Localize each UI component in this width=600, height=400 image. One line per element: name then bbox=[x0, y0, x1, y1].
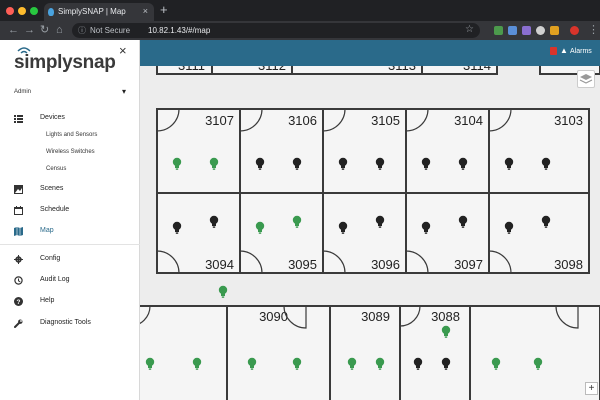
user-dropdown-icon[interactable]: ▾ bbox=[122, 87, 126, 96]
sidebar-divider bbox=[0, 244, 140, 245]
floor-plan-canvas: 3111 3112 3113 3114 3107 3106 3105 3104 3103 3094… bbox=[140, 66, 600, 400]
tab-title: SimplySNAP | Map bbox=[58, 7, 126, 16]
room-number: 3107 bbox=[205, 113, 234, 128]
room-number: 3088 bbox=[431, 309, 460, 324]
sidebar-item-devices[interactable]: Devices bbox=[0, 110, 140, 128]
logo: simplysnap bbox=[14, 47, 124, 80]
wrench-icon bbox=[14, 319, 23, 328]
address-bar[interactable]: ⓘ Not Secure 10.82.1.43/#/map ☆ bbox=[72, 23, 480, 38]
alarm-count-badge bbox=[550, 47, 557, 55]
room-number: 3105 bbox=[371, 113, 400, 128]
room-number: 3111 bbox=[178, 66, 205, 73]
sidebar-item-label: Config bbox=[40, 255, 61, 262]
extension-icon[interactable] bbox=[494, 26, 503, 35]
room-number: 3103 bbox=[554, 113, 583, 128]
light-bulb-icon[interactable] bbox=[218, 285, 228, 298]
tab-close-icon[interactable]: × bbox=[143, 6, 148, 16]
sidebar-item-map[interactable]: Map bbox=[0, 223, 140, 241]
browser-toolbar: ← → ↻ ⌂ ⓘ Not Secure 10.82.1.43/#/map ☆ … bbox=[0, 21, 600, 40]
svg-text:?: ? bbox=[17, 299, 21, 306]
room-number: 3090 bbox=[259, 309, 288, 324]
extension-icon[interactable] bbox=[536, 26, 545, 35]
browser-menu-icon[interactable]: ⋮ bbox=[588, 23, 599, 36]
sidebar-subitem-census[interactable]: Census bbox=[46, 166, 66, 172]
sidebar-item-schedule[interactable]: Schedule bbox=[0, 202, 140, 220]
user-name: Admin bbox=[14, 89, 32, 95]
room-number: 3089 bbox=[361, 309, 390, 324]
back-icon[interactable]: ← bbox=[8, 23, 19, 37]
map-icon bbox=[14, 227, 23, 236]
sidebar: simplysnap × Admin ▾ Devices Lights and … bbox=[0, 40, 140, 400]
room-number: 3112 bbox=[258, 66, 286, 73]
extension-icon[interactable] bbox=[522, 26, 531, 35]
profile-avatar[interactable] bbox=[570, 26, 579, 35]
sidebar-item-help[interactable]: ? Help bbox=[0, 293, 140, 311]
room-outline bbox=[140, 305, 228, 400]
close-sidebar-icon[interactable]: × bbox=[119, 43, 127, 58]
room-number: 3113 bbox=[388, 66, 416, 73]
minimize-window-button[interactable] bbox=[18, 7, 26, 15]
sidebar-item-label: Devices bbox=[40, 114, 65, 121]
room-number: 3094 bbox=[205, 257, 234, 272]
layers-button[interactable] bbox=[577, 70, 595, 88]
not-secure-label: Not Secure bbox=[90, 26, 131, 35]
app-header: ▲ Alarms bbox=[140, 40, 600, 66]
room-number: 3097 bbox=[454, 257, 483, 272]
zoom-in-button[interactable]: + bbox=[585, 382, 598, 395]
history-icon bbox=[14, 276, 23, 285]
floor-map[interactable]: 3111 3112 3113 3114 3107 3106 3105 3104 3103 3094… bbox=[140, 66, 600, 400]
sidebar-item-diagnostic-tools[interactable]: Diagnostic Tools bbox=[0, 315, 140, 333]
room-outline bbox=[469, 305, 600, 400]
info-icon: ⓘ bbox=[78, 26, 86, 35]
sidebar-item-label: Help bbox=[40, 297, 55, 304]
list-icon bbox=[14, 115, 23, 123]
room-number: 3106 bbox=[288, 113, 317, 128]
forward-icon[interactable]: → bbox=[24, 23, 35, 37]
logo-text: simplysnap bbox=[14, 52, 116, 73]
sidebar-subitem-wireless-switches[interactable]: Wireless Switches bbox=[46, 149, 95, 155]
close-window-button[interactable] bbox=[6, 7, 14, 15]
browser-tab[interactable]: SimplySNAP | Map × bbox=[44, 3, 154, 21]
sidebar-item-label: Diagnostic Tools bbox=[40, 319, 91, 326]
bookmark-star-icon[interactable]: ☆ bbox=[465, 24, 474, 35]
image-icon bbox=[14, 185, 23, 194]
extension-icon[interactable] bbox=[508, 26, 517, 35]
sidebar-item-scenes[interactable]: Scenes bbox=[0, 181, 140, 199]
room-number: 3114 bbox=[463, 66, 491, 73]
help-icon: ? bbox=[14, 297, 23, 306]
browser-tab-strip: SimplySNAP | Map × + bbox=[0, 0, 600, 21]
sidebar-subitem-lights-and-sensors[interactable]: Lights and Sensors bbox=[46, 132, 97, 138]
room-number: 3098 bbox=[554, 257, 583, 272]
bell-icon[interactable]: ▲ bbox=[560, 46, 568, 55]
room-number: 3095 bbox=[288, 257, 317, 272]
reload-icon[interactable]: ↻ bbox=[40, 23, 49, 37]
alarms-button[interactable]: Alarms bbox=[570, 48, 592, 55]
room-number: 3096 bbox=[371, 257, 400, 272]
sidebar-item-config[interactable]: Config bbox=[0, 251, 140, 269]
maximize-window-button[interactable] bbox=[30, 7, 38, 15]
sidebar-item-label: Schedule bbox=[40, 206, 70, 213]
room-number: 3104 bbox=[454, 113, 483, 128]
home-icon[interactable]: ⌂ bbox=[56, 23, 63, 37]
sidebar-item-label: Audit Log bbox=[40, 276, 70, 283]
favicon-icon bbox=[48, 8, 54, 16]
url-text[interactable]: 10.82.1.43/#/map bbox=[148, 26, 210, 35]
sidebar-item-label: Scenes bbox=[40, 185, 64, 192]
sidebar-item-audit-log[interactable]: Audit Log bbox=[0, 272, 140, 290]
gear-icon bbox=[14, 255, 23, 264]
calendar-icon bbox=[14, 206, 23, 215]
extension-icon[interactable] bbox=[550, 26, 559, 35]
new-tab-button[interactable]: + bbox=[160, 3, 168, 17]
sidebar-item-label: Map bbox=[40, 227, 54, 234]
layers-icon bbox=[579, 74, 593, 84]
